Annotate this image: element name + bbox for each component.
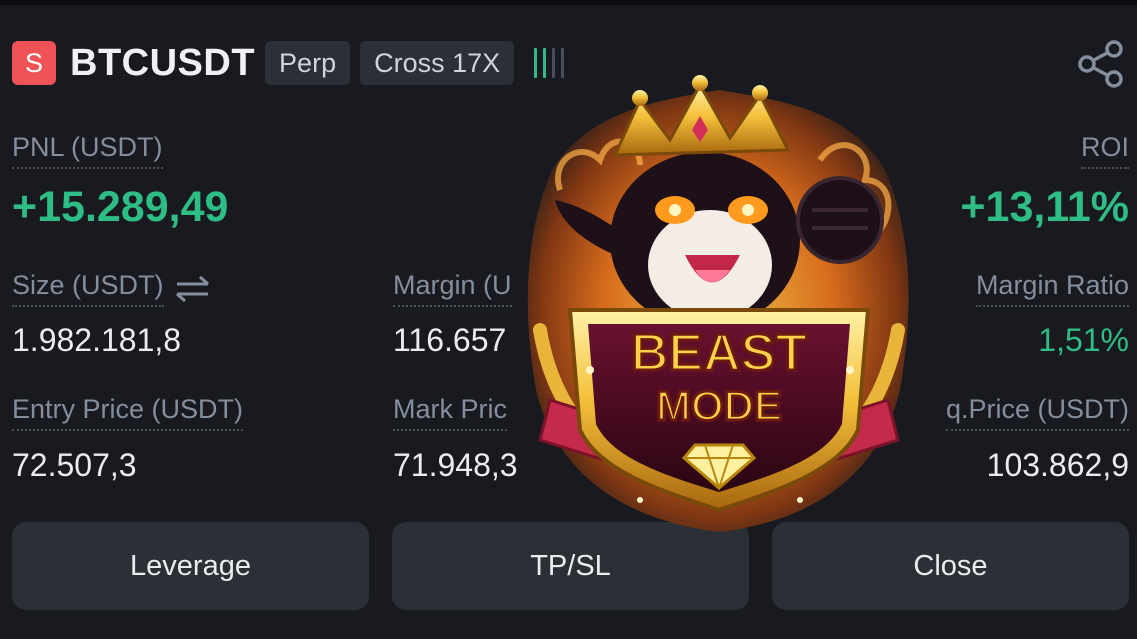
share-icon[interactable]: [1073, 36, 1129, 92]
size-value: 1.982.181,8: [12, 322, 182, 358]
symbol-title[interactable]: BTCUSDT: [70, 42, 255, 85]
sticker-line1: BEAST: [631, 324, 807, 382]
top-edge: [0, 0, 1137, 5]
entry-price-label[interactable]: Entry Price (USDT): [12, 394, 244, 432]
margin-ratio-label[interactable]: Margin Ratio: [975, 270, 1129, 308]
sticker-line2: MODE: [656, 382, 782, 429]
margin-ratio-value: 1,51%: [1038, 322, 1129, 358]
symbol-badge: S: [12, 41, 56, 85]
mark-price-label[interactable]: Mark Pric: [393, 394, 507, 432]
swap-arrows-icon[interactable]: [174, 274, 212, 304]
entry-price-value: 72.507,3: [12, 447, 137, 483]
pnl-value: +15.289,49: [12, 183, 229, 231]
position-header: S BTCUSDT Perp Cross 17X: [12, 40, 565, 86]
cross-leverage-tag[interactable]: Cross 17X: [360, 41, 515, 85]
liq-price-value: 103.862,9: [986, 447, 1129, 483]
perp-tag: Perp: [265, 41, 351, 85]
beast-mode-sticker: BEAST MODE: [527, 75, 909, 532]
roi-value: +13,11%: [960, 183, 1129, 231]
roi-label[interactable]: ROI: [1080, 132, 1129, 170]
margin-label[interactable]: Margin (U: [393, 270, 512, 308]
size-label[interactable]: Size (USDT): [12, 270, 164, 308]
leverage-button[interactable]: Leverage: [12, 522, 369, 610]
liq-price-label[interactable]: q.Price (USDT): [945, 394, 1129, 432]
mark-price-value: 71.948,3: [393, 447, 518, 483]
size-label-group: Size (USDT): [12, 270, 212, 308]
margin-value: 116.657: [393, 322, 507, 358]
pnl-label[interactable]: PNL (USDT): [12, 132, 163, 170]
